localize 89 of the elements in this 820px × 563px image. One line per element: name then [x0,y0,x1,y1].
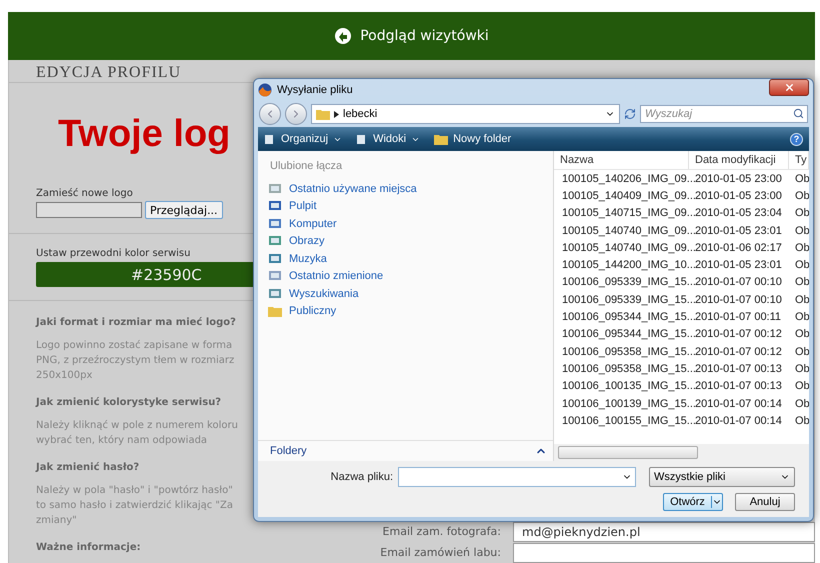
browse-button[interactable]: Przeglądaj... [145,201,223,219]
faq-answer: Należy kliknąć w pole z numerem koloru wybrać ten, który nam odpowiada [36,419,238,448]
column-header[interactable]: Data modyfikacji [689,151,789,169]
search-icon[interactable] [793,108,804,119]
file-type: Ob [794,224,809,237]
favorites-heading: Ulubione łącza [270,160,344,172]
forward-button[interactable] [285,103,307,125]
faq-question: Jak zmienić kolorystyke serwisu? [36,397,222,408]
favorite-link[interactable]: Pulpit [289,200,317,212]
address-bar[interactable]: lebecki [311,104,620,124]
file-type: Ob [794,242,809,254]
filename-label: Nazwa pliku: [330,471,393,483]
file-name[interactable]: 100106_100135_IMG_15... [562,380,696,392]
file-name[interactable]: 100105_144200_IMG_10... [562,259,696,272]
file-type-dropdown[interactable]: Wszystkie pliki [649,467,795,487]
file-type: Ob [794,328,809,340]
open-button[interactable]: Otwórz [663,493,723,511]
column-header[interactable]: Nazwa [554,151,689,169]
folder-icon [316,108,330,120]
file-type: Ob [794,207,809,220]
favorite-link[interactable]: Publiczny [289,305,336,318]
file-name[interactable]: 100105_140740_IMG_09... [562,242,696,254]
folders-toggle[interactable]: Foldery [270,445,307,457]
email-field[interactable] [513,542,815,562]
file-type: Ob [794,398,809,410]
color-label: Ustaw przewodni kolor serwisu [36,248,190,259]
logo-icon [334,27,352,45]
file-input-field[interactable] [36,202,142,218]
file-type: Ob [794,311,809,324]
toolbar-button[interactable]: Widoki [356,133,420,145]
file-name[interactable]: 100105_140715_IMG_09... [562,207,696,220]
faq-question: Ważne informacje: [36,542,141,553]
file-type: Ob [794,414,809,427]
column-header[interactable]: Ty [789,151,809,169]
file-name[interactable]: 100106_095339_IMG_15... [562,294,696,306]
form-label: Email zam. fotografa: [382,525,501,538]
header-title: Podgląd wizytówki [360,28,489,44]
section-title: EDYCJA PROFILU [36,64,182,82]
toolbar-button[interactable]: Nowy folder [434,133,512,145]
dialog-title: Wysyłanie pliku [277,84,354,96]
file-name[interactable]: 100106_100155_IMG_15... [562,414,696,427]
form-label: Email zamówień labu: [379,546,501,559]
close-button[interactable] [769,79,809,96]
horizontal-scrollbar[interactable] [554,444,809,461]
file-name[interactable]: 100106_095358_IMG_15... [562,362,696,375]
favorite-link[interactable]: Wyszukiwania [289,288,359,300]
faq-question: Jaki format i rozmiar ma mieć logo? [36,317,236,328]
file-type: Ob [794,294,809,306]
file-name[interactable]: 100106_095339_IMG_15... [562,276,696,288]
email-field[interactable]: md@pieknydzien.pl [513,522,815,542]
faq-answer: Należy w pola "hasło" i "powtórz hasło" to samo hasło i zatwierdzić klikając "Za zmiany" [36,484,234,528]
file-type: Ob [794,259,809,272]
back-button[interactable] [259,103,281,125]
filename-field[interactable] [398,467,636,487]
file-type: Ob [794,362,809,375]
file-type: Ob [794,190,809,202]
monitor-icon [268,200,282,212]
file-name[interactable]: 100106_095358_IMG_15... [562,346,696,358]
toolbar-button[interactable]: Organizuj [264,133,342,145]
path-text: lebecki [343,108,378,120]
browser-icon [258,83,272,97]
file-name[interactable]: 100106_095344_IMG_15... [562,311,696,324]
refresh-icon[interactable] [624,108,636,120]
faq-answer: Logo powinno zostać zapisane w forma PNG, z przeźroczystym tłem w rozmiarz 250x100px [36,339,234,383]
logo-text: Twoje log [58,113,230,156]
favorite-link[interactable]: Komputer [289,218,337,230]
file-name[interactable]: 100105_140409_IMG_09... [562,190,696,202]
favorite-link[interactable]: Muzyka [289,252,327,265]
file-type: Ob [794,276,809,288]
cancel-button[interactable]: Anuluj [735,493,795,511]
file-type: Ob [794,380,809,392]
file-type: Ob [794,346,809,358]
file-name[interactable]: 100105_140206_IMG_09... [562,172,696,185]
breadcrumb-arrow-icon [334,110,339,118]
favorite-link[interactable]: Ostatnio używane miejsca [289,182,417,195]
faq-question: Jak zmienić hasło? [36,462,140,473]
file-type: Ob [794,172,809,185]
filter-text: Wszystkie pliki [654,471,726,483]
upload-label: Zamieść nowe logo [36,188,133,199]
file-name[interactable]: 100106_095344_IMG_15... [562,328,696,340]
help-button[interactable]: ? [790,132,803,146]
file-name[interactable]: 100105_140740_IMG_09... [562,224,696,237]
folder-icon [268,305,282,318]
pages-icon [264,134,276,144]
file-name[interactable]: 100106_100139_IMG_15... [562,398,696,410]
close-icon [784,82,794,93]
folder-icon [434,133,448,145]
favorite-link[interactable]: Obrazy [289,235,324,248]
search-field[interactable]: Wyszukaj [640,105,808,123]
